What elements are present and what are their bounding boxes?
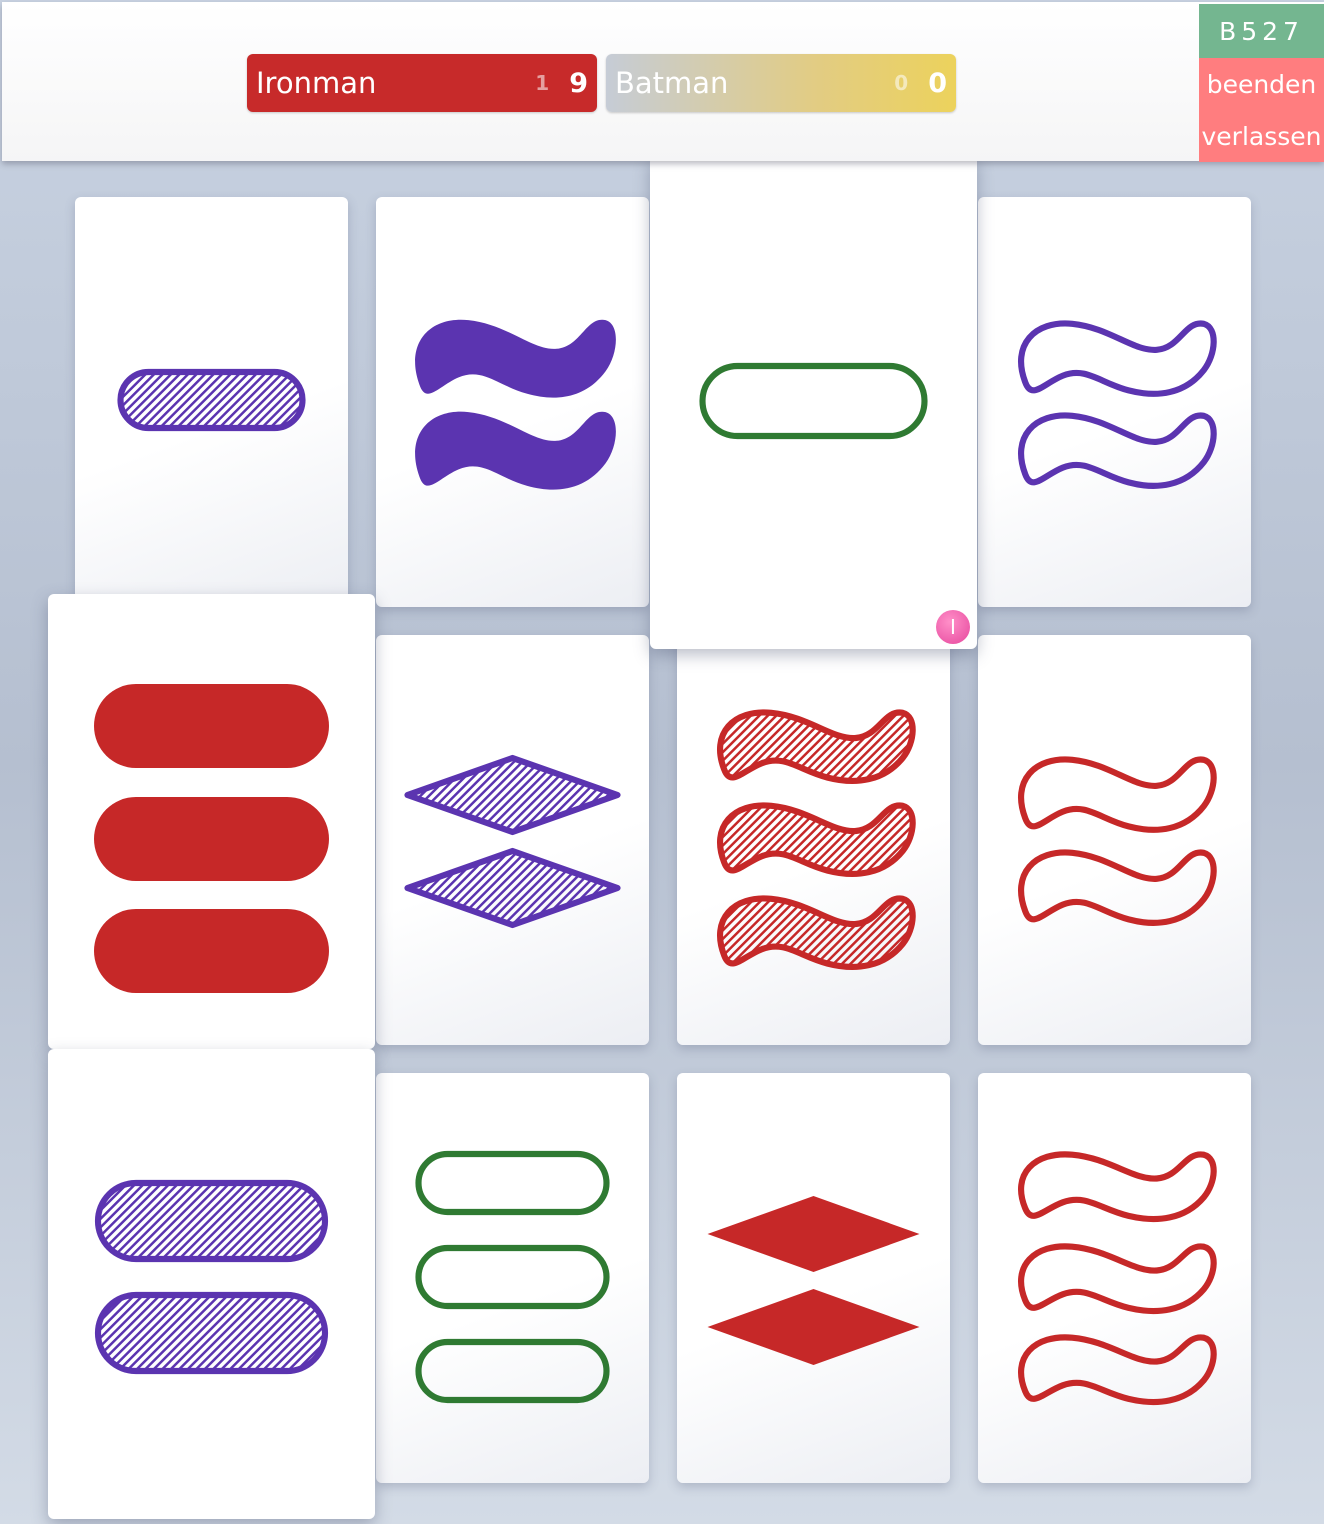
player-sets-count: 0 [894,71,909,95]
set-card[interactable] [978,1073,1251,1483]
oval-symbol [94,797,329,881]
player-ironman: Ironman 1 9 [247,54,597,112]
set-card[interactable] [48,594,375,1049]
squiggle-symbol [1018,1151,1217,1223]
end-game-button[interactable]: beenden [1199,58,1324,110]
squiggle-symbol [1018,756,1217,833]
oval-symbol [117,368,306,432]
squiggle-symbol [415,319,616,398]
set-card[interactable] [48,1049,375,1519]
squiggle-symbol [415,411,616,490]
player-sets-count: 1 [535,71,550,95]
squiggle-symbol [1018,320,1217,397]
set-card[interactable] [677,1073,950,1483]
set-card[interactable] [978,197,1251,607]
squiggle-symbol [1018,1243,1217,1315]
player-name: Batman [615,66,729,100]
diamond-symbol [707,1196,920,1272]
oval-symbol [415,1338,610,1404]
diamond-symbol [404,847,621,929]
set-card[interactable] [75,197,348,607]
oval-symbol [699,362,928,440]
squiggle-symbol [1018,412,1217,489]
oval-symbol [94,1179,329,1263]
set-card[interactable] [978,635,1251,1045]
squiggle-symbol [1018,1334,1217,1406]
score-bar: Ironman 1 9 Batman 0 0 [2,2,1324,161]
diamond-symbol [404,754,621,836]
oval-symbol [94,1291,329,1375]
set-card[interactable] [650,156,977,649]
oval-symbol [94,684,329,768]
set-card[interactable] [376,1073,649,1483]
squiggle-symbol [717,802,916,877]
set-card[interactable] [677,635,950,1045]
player-name: Ironman [256,66,377,100]
squiggle-symbol [717,895,916,970]
player-batman: Batman 0 0 [606,54,956,112]
oval-symbol [415,1244,610,1310]
diamond-symbol [707,1289,920,1365]
oval-symbol [94,909,329,993]
room-code: B527 [1199,4,1324,58]
player-score: 0 [928,67,947,99]
leave-game-button[interactable]: verlassen [1199,110,1324,162]
squiggle-symbol [1018,849,1217,926]
squiggle-symbol [717,709,916,784]
player-score: 9 [569,67,588,99]
set-card[interactable] [376,197,649,607]
oval-symbol [415,1150,610,1216]
selection-badge: I [936,610,970,644]
set-card[interactable] [376,635,649,1045]
